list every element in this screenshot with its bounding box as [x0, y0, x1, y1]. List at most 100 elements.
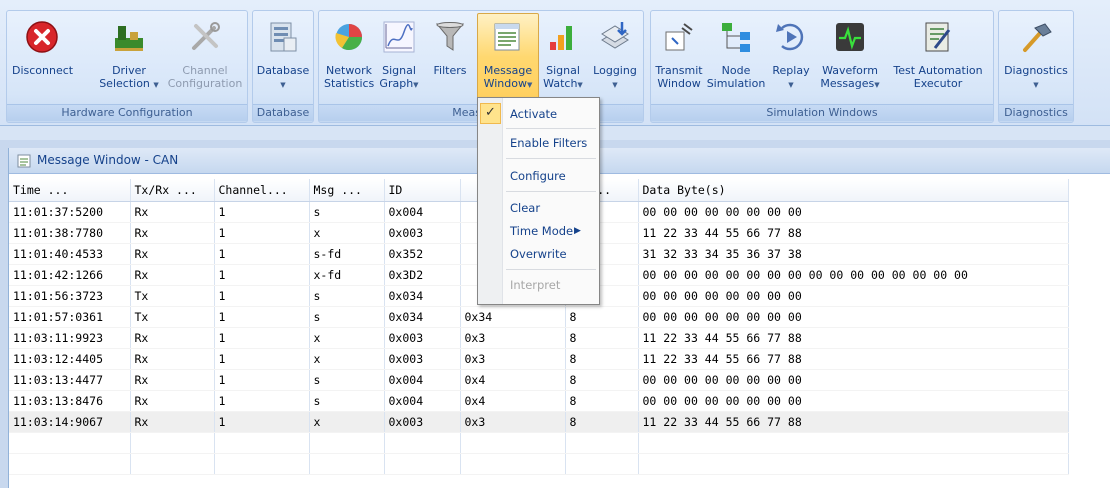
dropdown-arrow-icon: ▼ — [788, 81, 794, 89]
signal-watch-button[interactable]: Signal Watch▼ — [537, 13, 589, 101]
testauto-label-1: Test Automation — [893, 64, 983, 77]
cell-time: 11:03:13:8476 — [9, 390, 131, 412]
diagnostics-button[interactable]: Diagnostics ▼ — [1001, 13, 1071, 101]
submenu-arrow-icon: ▶ — [574, 226, 581, 236]
logging-button[interactable]: Logging ▼ — [589, 13, 641, 101]
dropdown-arrow-icon: ▼ — [1033, 81, 1039, 89]
dropdown-arrow-icon: ▼ — [874, 81, 880, 89]
empty-cell — [565, 453, 639, 475]
signal-graph-button[interactable]: Signal Graph▼ — [373, 13, 425, 101]
cell-time: 11:03:14:9067 — [9, 411, 131, 433]
group-label-diagnostics: Diagnostics — [999, 104, 1073, 121]
cell-id: 0x004 — [384, 390, 461, 412]
cell-msg: x-fd — [309, 264, 385, 286]
graph-icon — [383, 21, 415, 53]
table-row[interactable]: 11:03:11:9923 Rx 1 x 0x003 0x3 8 11 22 33 44 55… — [9, 327, 1069, 349]
cell-msg: s-fd — [309, 243, 385, 265]
empty-cell — [384, 432, 461, 454]
logging-label: Logging — [593, 64, 637, 77]
tools-icon — [192, 22, 220, 50]
group-label-database: Database — [253, 104, 313, 121]
test-automation-button[interactable]: Test Automation Executor — [887, 13, 989, 101]
signalgraph-label-2: Graph — [379, 77, 414, 90]
menu-separator — [506, 269, 596, 270]
menu-item-time-mode[interactable]: Time Mode ▶ — [478, 220, 599, 242]
empty-cell — [9, 453, 131, 475]
menu-separator — [506, 128, 596, 129]
cell-time: 11:01:40:4533 — [9, 243, 131, 265]
empty-cell — [384, 453, 461, 475]
disconnect-button[interactable]: Disconnect — [11, 13, 73, 101]
menu-item-activate[interactable]: ✓ Activate — [478, 103, 599, 125]
cell-data: 31 32 33 34 35 36 37 38 — [638, 243, 1069, 265]
nodesim-label-2: Simulation — [706, 77, 766, 90]
hammer-icon — [1023, 23, 1052, 52]
table-row[interactable]: 11:03:13:8476 Rx 1 s 0x004 0x4 8 00 00 00 00 00… — [9, 390, 1069, 412]
group-label-simulation: Simulation Windows — [651, 104, 993, 121]
driver-selection-button[interactable]: Driver Selection ▼ — [93, 13, 165, 101]
cell-id: 0x003 — [384, 411, 461, 433]
testauto-label-2: Executor — [913, 77, 963, 90]
transmit-window-button[interactable]: Transmit Window — [653, 13, 705, 101]
menu-item-clear[interactable]: Clear — [478, 197, 599, 219]
cell-msg: s — [309, 285, 385, 307]
group-label-hardware: Hardware Configuration — [7, 104, 247, 121]
cell-data: 00 00 00 00 00 00 00 00 — [638, 390, 1069, 412]
replay-label: Replay — [772, 64, 810, 77]
cell-time: 11:03:12:4405 — [9, 348, 131, 370]
column-header-msg[interactable]: Msg ... — [309, 179, 385, 202]
column-header-data[interactable]: Data Byte(s) — [638, 179, 1069, 202]
message-window-icon — [17, 154, 31, 167]
cell-dlc: 8 — [565, 327, 639, 349]
cell-time: 11:01:57:0361 — [9, 306, 131, 328]
cell-dlc: 8 — [565, 411, 639, 433]
table-row[interactable]: 11:01:57:0361 Tx 1 s 0x034 0x34 8 00 00 00 00 0… — [9, 306, 1069, 328]
database-button[interactable]: Database ▼ — [255, 13, 311, 101]
column-header-id[interactable]: ID — [384, 179, 461, 202]
sigwatch-label-2: Watch — [543, 77, 578, 90]
cell-txrx: Rx — [130, 390, 215, 412]
replay-button[interactable]: Replay ▼ — [767, 13, 815, 101]
message-window-button[interactable]: Message Window▼ — [477, 13, 539, 101]
waveform-messages-button[interactable]: Waveform Messages▼ — [817, 13, 883, 101]
empty-cell — [130, 453, 215, 475]
cell-id: 0x003 — [384, 222, 461, 244]
dropdown-arrow-icon: ▼ — [577, 81, 583, 89]
cell-dlc: 8 — [565, 390, 639, 412]
table-row[interactable]: 11:03:14:9067 Rx 1 x 0x003 0x3 8 11 22 33 44 55… — [9, 411, 1069, 433]
column-header-txrx[interactable]: Tx/Rx ... — [130, 179, 215, 202]
database-label: Database — [256, 64, 310, 77]
menu-item-overwrite[interactable]: Overwrite — [478, 243, 599, 265]
cell-hidden: 0x4 — [460, 369, 566, 391]
message-window-dropdown-menu: ✓ Activate Enable Filters Configure Clea… — [477, 97, 600, 305]
cell-channel: 1 — [214, 201, 310, 223]
cell-dlc: 8 — [565, 369, 639, 391]
table-row[interactable]: 11:03:12:4405 Rx 1 x 0x003 0x3 8 11 22 33 44 55… — [9, 348, 1069, 370]
empty-cell — [638, 432, 1069, 454]
menu-item-label: Enable Filters — [510, 136, 588, 150]
filters-label: Filters — [433, 64, 467, 77]
filters-button[interactable]: Filters — [427, 13, 473, 101]
empty-row — [9, 453, 1069, 475]
column-header-time[interactable]: Time ... — [9, 179, 131, 202]
network-statistics-button[interactable]: Network Statistics — [323, 13, 375, 101]
channel-label-2: Configuration — [167, 77, 243, 90]
column-header-channel[interactable]: Channel... — [214, 179, 310, 202]
cell-time: 11:01:38:7780 — [9, 222, 131, 244]
cell-channel: 1 — [214, 390, 310, 412]
transmit-label-1: Transmit — [655, 64, 703, 77]
table-row[interactable]: 11:03:13:4477 Rx 1 s 0x004 0x4 8 00 00 00 00 00… — [9, 369, 1069, 391]
menu-item-configure[interactable]: Configure — [478, 165, 599, 187]
cell-channel: 1 — [214, 306, 310, 328]
netstats-label-2: Statistics — [324, 77, 375, 90]
cell-data: 00 00 00 00 00 00 00 00 — [638, 201, 1069, 223]
cell-dlc: 8 — [565, 306, 639, 328]
cell-channel: 1 — [214, 222, 310, 244]
node-simulation-button[interactable]: Node Simulation — [705, 13, 767, 101]
channel-label-1: Channel — [182, 64, 228, 77]
menu-item-enable-filters[interactable]: Enable Filters — [478, 132, 599, 154]
dropdown-arrow-icon: ▼ — [413, 81, 419, 89]
transmit-label-2: Window — [657, 77, 701, 90]
empty-cell — [309, 453, 385, 475]
cell-data: 00 00 00 00 00 00 00 00 00 00 00 00 00 0… — [638, 264, 1069, 286]
